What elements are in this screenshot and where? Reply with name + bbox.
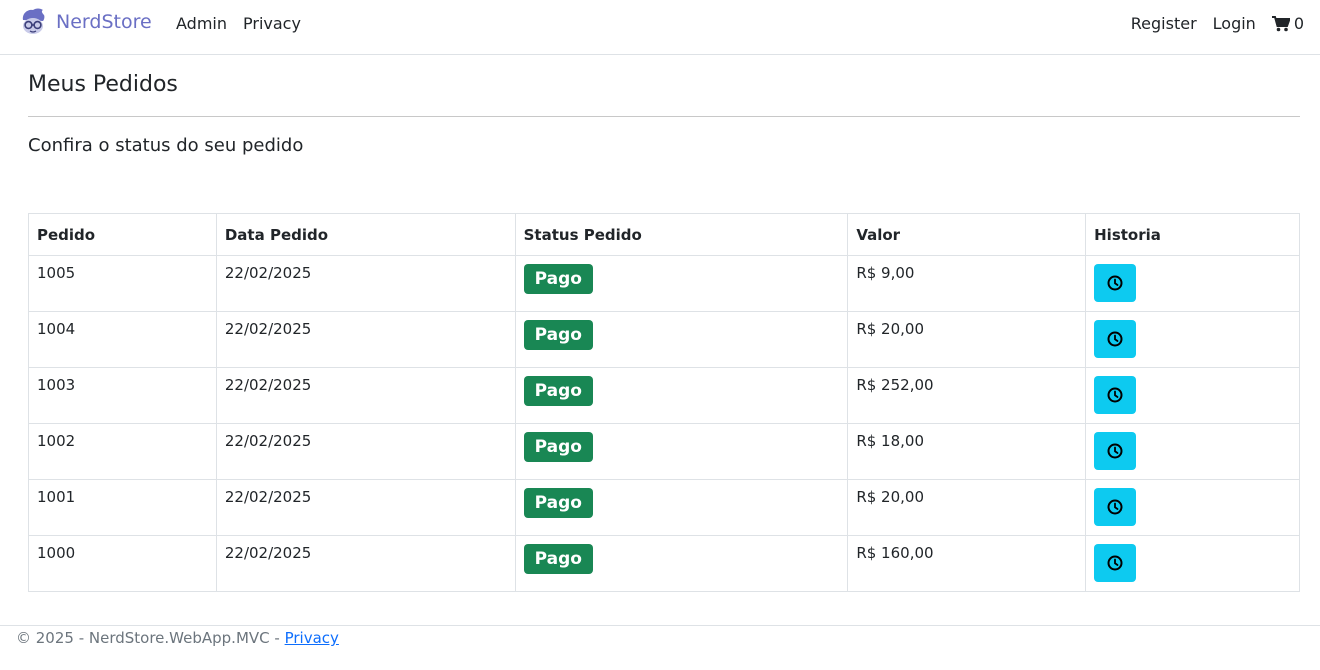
cell-pedido: 1001 — [28, 479, 217, 536]
cell-valor: R$ 20,00 — [847, 479, 1087, 536]
clock-icon — [1107, 387, 1123, 403]
cell-data-pedido: 22/02/2025 — [215, 535, 516, 592]
cell-status-pedido: Pago — [514, 423, 849, 480]
cell-historia — [1085, 367, 1300, 424]
cell-status-pedido: Pago — [514, 535, 849, 592]
table-row: 1003 22/02/2025 Pago R$ 252,00 — [28, 367, 1300, 424]
cell-historia — [1085, 311, 1300, 368]
cell-pedido: 1003 — [28, 367, 217, 424]
cell-historia — [1085, 423, 1300, 480]
cell-valor: R$ 20,00 — [847, 311, 1087, 368]
table-header-row: Pedido Data Pedido Status Pedido Valor H… — [28, 213, 1300, 256]
table-row: 1000 22/02/2025 Pago R$ 160,00 — [28, 535, 1300, 592]
footer-privacy-link[interactable]: Privacy — [285, 629, 339, 647]
login-link[interactable]: Login — [1213, 14, 1256, 33]
cell-data-pedido: 22/02/2025 — [215, 479, 516, 536]
cell-historia — [1085, 255, 1300, 312]
cell-data-pedido: 22/02/2025 — [215, 311, 516, 368]
history-button[interactable] — [1094, 320, 1137, 358]
cell-status-pedido: Pago — [514, 255, 849, 312]
table-row: 1004 22/02/2025 Pago R$ 20,00 — [28, 311, 1300, 368]
cell-status-pedido: Pago — [514, 311, 849, 368]
nav-privacy-link[interactable]: Privacy — [243, 14, 301, 33]
nerd-logo-icon — [20, 8, 46, 36]
cell-historia — [1085, 535, 1300, 592]
brand-link[interactable]: NerdStore — [20, 8, 152, 36]
main-nav: Admin Privacy — [176, 14, 301, 33]
cell-status-pedido: Pago — [514, 367, 849, 424]
cell-pedido: 1004 — [28, 311, 217, 368]
status-badge: Pago — [523, 376, 593, 406]
history-button[interactable] — [1094, 432, 1137, 470]
table-row: 1002 22/02/2025 Pago R$ 18,00 — [28, 423, 1300, 480]
header-valor: Valor — [847, 213, 1087, 256]
header-pedido: Pedido — [28, 213, 217, 256]
clock-icon — [1107, 443, 1123, 459]
cell-data-pedido: 22/02/2025 — [215, 367, 516, 424]
clock-icon — [1107, 275, 1123, 291]
cell-data-pedido: 22/02/2025 — [215, 423, 516, 480]
cell-pedido: 1005 — [28, 255, 217, 312]
cell-data-pedido: 22/02/2025 — [215, 255, 516, 312]
title-divider — [28, 116, 1300, 117]
cart-link[interactable]: 0 — [1271, 14, 1304, 33]
orders-table: Pedido Data Pedido Status Pedido Valor H… — [28, 213, 1300, 592]
footer: © 2025 - NerdStore.WebApp.MVC - Privacy — [0, 625, 1320, 670]
status-badge: Pago — [523, 432, 593, 462]
page-title: Meus Pedidos — [28, 72, 178, 97]
status-badge: Pago — [523, 264, 593, 294]
register-link[interactable]: Register — [1131, 14, 1197, 33]
account-nav: Register Login 0 — [1131, 14, 1304, 33]
page-subtitle: Confira o status do seu pedido — [28, 135, 304, 156]
cell-valor: R$ 160,00 — [847, 535, 1087, 592]
status-badge: Pago — [523, 544, 593, 574]
clock-icon — [1107, 499, 1123, 515]
cell-pedido: 1002 — [28, 423, 217, 480]
table-row: 1005 22/02/2025 Pago R$ 9,00 — [28, 255, 1300, 312]
orders-table-body: 1005 22/02/2025 Pago R$ 9,00 1004 22/02/2025 P… — [28, 255, 1300, 592]
header-status-pedido: Status Pedido — [514, 213, 849, 256]
main-content: Meus Pedidos Confira o status do seu ped… — [28, 70, 1300, 157]
clock-icon — [1107, 331, 1123, 347]
nav-admin-link[interactable]: Admin — [176, 14, 227, 33]
shopping-cart-icon — [1271, 15, 1291, 32]
clock-icon — [1107, 555, 1123, 571]
status-badge: Pago — [523, 320, 593, 350]
footer-copyright: © 2025 - NerdStore.WebApp.MVC - — [16, 629, 285, 647]
cell-valor: R$ 9,00 — [847, 255, 1087, 312]
header-historia: Historia — [1085, 213, 1300, 256]
history-button[interactable] — [1094, 544, 1137, 582]
cell-status-pedido: Pago — [514, 479, 849, 536]
cell-valor: R$ 252,00 — [847, 367, 1087, 424]
history-button[interactable] — [1094, 376, 1137, 414]
cell-valor: R$ 18,00 — [847, 423, 1087, 480]
history-button[interactable] — [1094, 264, 1137, 302]
header-data-pedido: Data Pedido — [215, 213, 516, 256]
status-badge: Pago — [523, 488, 593, 518]
brand-name: NerdStore — [56, 11, 152, 33]
cart-count: 0 — [1293, 14, 1304, 33]
cell-pedido: 1000 — [28, 535, 217, 592]
history-button[interactable] — [1094, 488, 1137, 526]
top-navbar: NerdStore Admin Privacy Register Login 0 — [0, 0, 1320, 55]
cell-historia — [1085, 479, 1300, 536]
table-row: 1001 22/02/2025 Pago R$ 20,00 — [28, 479, 1300, 536]
